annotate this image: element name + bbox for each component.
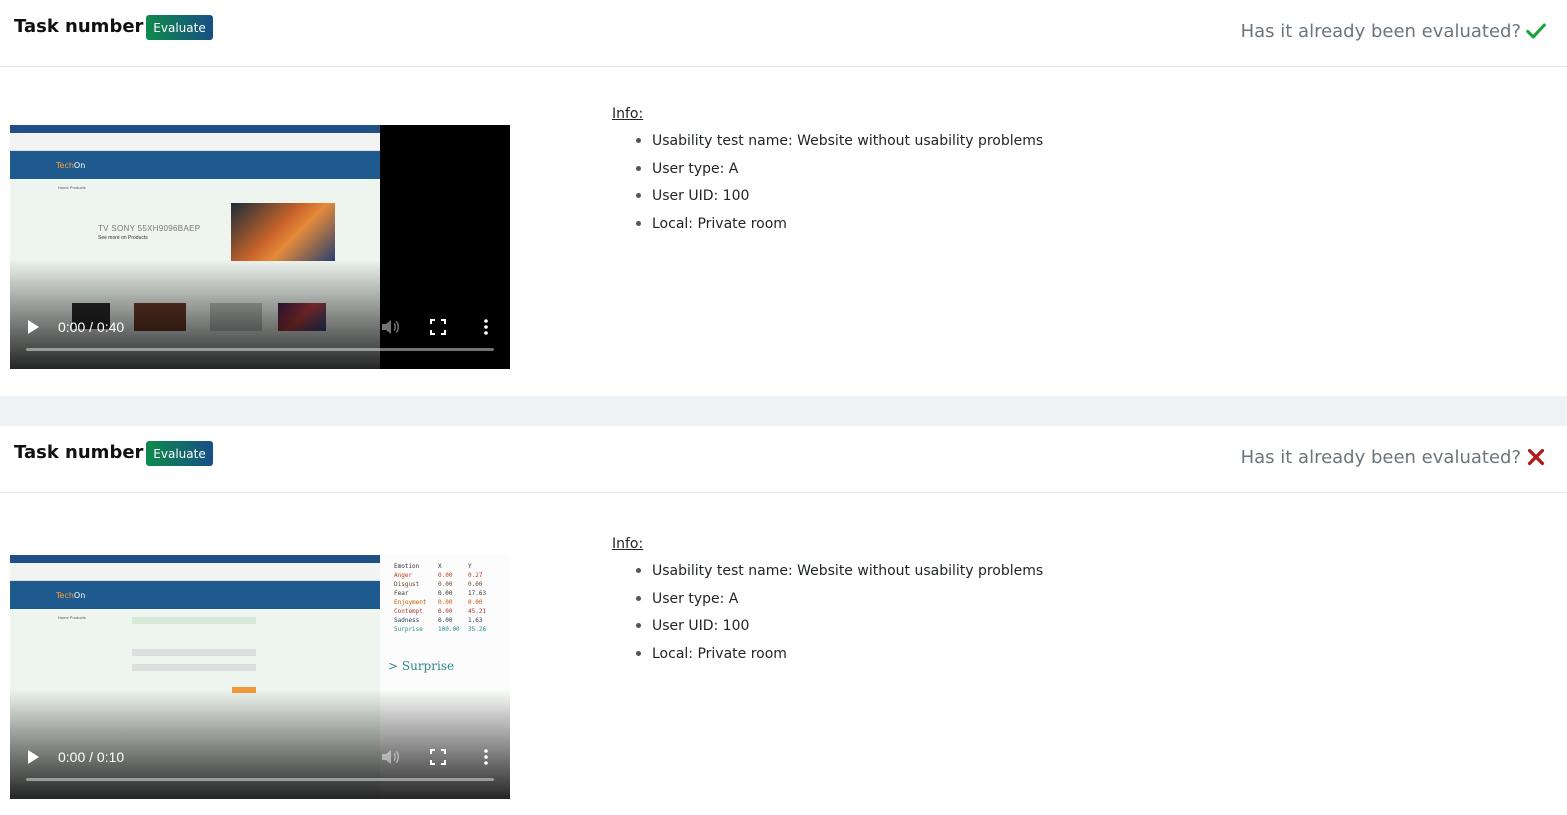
- site-header: TechOn: [10, 581, 380, 609]
- site-header: TechOn: [10, 151, 380, 179]
- emotion-row: Contempt 0.00 45.21: [394, 608, 487, 615]
- task-title: Task number 2: [14, 442, 163, 463]
- site-nav: Home Products: [58, 185, 86, 190]
- info-item: User type: A: [612, 159, 1043, 187]
- task-info: Info: Usability test name: Website witho…: [612, 536, 1043, 671]
- video-player[interactable]: TechOn Home Products Emotion X Y Anger 0.00…: [10, 555, 510, 799]
- info-item: User UID: 100: [612, 616, 1043, 644]
- video-time: 0:00 / 0:10: [58, 749, 125, 765]
- form-field: [132, 664, 256, 671]
- browser-tabs: [10, 133, 380, 151]
- product-title: TV SONY 55XH9096BAEP: [98, 224, 201, 233]
- info-list: Usability test name: Website without usa…: [612, 131, 1043, 241]
- form-field: [132, 649, 256, 656]
- volume-icon[interactable]: [381, 749, 399, 765]
- task-info: Info: Usability test name: Website witho…: [612, 106, 1043, 241]
- dominant-emotion: > Surprise: [388, 659, 455, 673]
- video-progress-bar[interactable]: [26, 348, 494, 351]
- info-list: Usability test name: Website without usa…: [612, 561, 1043, 671]
- fullscreen-icon[interactable]: [430, 749, 446, 765]
- emotion-row: Disgust 0.00 0.00: [394, 581, 483, 588]
- volume-icon[interactable]: [381, 319, 399, 335]
- evaluation-status: Has it already been evaluated?: [1241, 20, 1547, 42]
- info-item: Local: Private room: [612, 644, 1043, 672]
- info-item: Usability test name: Website without usa…: [612, 561, 1043, 589]
- info-label: Info:: [612, 106, 644, 122]
- play-icon[interactable]: [28, 320, 39, 334]
- evaluate-button[interactable]: Evaluate: [146, 441, 213, 466]
- info-item: Local: Private room: [612, 214, 1043, 242]
- video-progress-bar[interactable]: [26, 778, 494, 781]
- evaluation-status-question: Has it already been evaluated?: [1240, 446, 1521, 468]
- product-subtitle: See more on Products: [98, 235, 148, 241]
- browser-bar: [10, 125, 380, 133]
- video-player[interactable]: TechOn Home Products TV SONY 55XH9096BAE…: [10, 125, 510, 369]
- play-icon[interactable]: [28, 750, 39, 764]
- task-card-1: Task number 1 Evaluate Has it already be…: [0, 0, 1567, 396]
- emotion-row: Fear 0.00 17.63: [394, 590, 487, 597]
- emotion-row: Sadness 0.00 1.63: [394, 617, 483, 624]
- fullscreen-icon[interactable]: [430, 319, 446, 335]
- info-item: User type: A: [612, 589, 1043, 617]
- evaluation-status-question: Has it already been evaluated?: [1240, 20, 1521, 42]
- more-options-icon[interactable]: [478, 748, 494, 766]
- video-time: 0:00 / 0:40: [58, 319, 125, 335]
- info-label: Info:: [612, 536, 644, 552]
- form-field: [132, 617, 256, 624]
- browser-tabs: [10, 563, 380, 581]
- emotion-header-row: Emotion X Y: [394, 563, 472, 570]
- task-title: Task number 1: [14, 16, 163, 37]
- check-icon: [1526, 23, 1546, 39]
- more-options-icon[interactable]: [478, 318, 494, 336]
- emotion-row: Anger 0.00 0.27: [394, 572, 483, 579]
- browser-bar: [10, 555, 380, 563]
- task-card-2: Task number 2 Evaluate Has it already be…: [0, 426, 1567, 815]
- task-header: Task number 1 Evaluate Has it already be…: [0, 0, 1567, 67]
- site-logo: TechOn: [56, 161, 86, 170]
- login-form: [132, 617, 256, 697]
- site-logo: TechOn: [56, 591, 86, 600]
- info-item: User UID: 100: [612, 186, 1043, 214]
- video-controls: 0:00 / 0:10: [10, 739, 510, 799]
- evaluate-button[interactable]: Evaluate: [146, 15, 213, 40]
- task-header: Task number 2 Evaluate Has it already be…: [0, 426, 1567, 493]
- cross-icon: [1527, 448, 1545, 466]
- product-image: [231, 203, 335, 261]
- video-controls: 0:00 / 0:40: [10, 309, 510, 369]
- emotion-row: Enjoyment 0.00 0.00: [394, 599, 483, 606]
- info-item: Usability test name: Website without usa…: [612, 131, 1043, 159]
- site-nav: Home Products: [58, 615, 86, 620]
- evaluation-status: Has it already been evaluated?: [1241, 446, 1547, 468]
- emotion-row: Surprise 100.00 35.26: [394, 626, 487, 633]
